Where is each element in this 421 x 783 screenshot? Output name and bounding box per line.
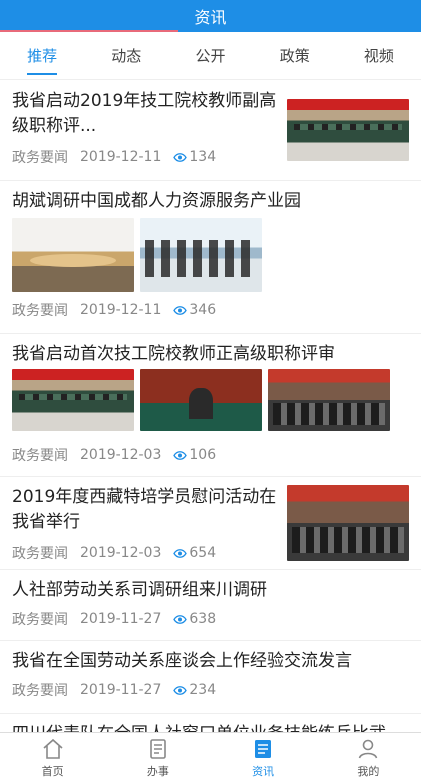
article-views: 654 xyxy=(173,545,216,561)
tab-recommend[interactable]: 推荐 xyxy=(0,32,84,79)
article-views: 106 xyxy=(173,447,216,463)
article-thumbnail xyxy=(12,369,134,431)
article-title: 我省启动2019年技工院校教师副高级职称评... xyxy=(12,91,277,136)
tabbar-label: 资讯 xyxy=(252,765,275,778)
article-views: 234 xyxy=(173,682,216,698)
article-source: 政务要闻 xyxy=(12,448,68,464)
view-count: 106 xyxy=(189,447,217,463)
article-source: 政务要闻 xyxy=(12,303,68,319)
view-count: 234 xyxy=(189,682,217,698)
tabbar-label: 办事 xyxy=(146,765,169,778)
article-views: 638 xyxy=(173,611,216,627)
article-meta: 政务要闻 2019-12-03 106 xyxy=(12,445,409,465)
category-tabs: 推荐 动态 公开 政策 视频 xyxy=(0,32,421,80)
tabbar-profile[interactable]: 我的 xyxy=(316,733,421,783)
article-item[interactable]: 四川代表队在全国人社窗口单位业务技能练兵比武 xyxy=(0,714,421,732)
article-meta: 政务要闻 2019-11-27 234 xyxy=(12,680,409,700)
article-views: 134 xyxy=(173,149,216,165)
tab-policy[interactable]: 政策 xyxy=(253,32,337,79)
tab-public[interactable]: 公开 xyxy=(168,32,252,79)
tabbar-label: 我的 xyxy=(357,765,380,778)
view-count: 638 xyxy=(189,611,217,627)
article-item[interactable]: 我省启动首次技工院校教师正高级职称评审 政务要闻 2019-12-03 106 xyxy=(0,334,421,476)
article-item[interactable]: 人社部劳动关系司调研组来川调研 政务要闻 2019-11-27 638 xyxy=(0,570,421,640)
tabbar-home[interactable]: 首页 xyxy=(0,733,105,783)
article-date: 2019-12-03 xyxy=(80,545,162,561)
article-date: 2019-11-27 xyxy=(80,682,162,698)
tabbar-news[interactable]: 资讯 xyxy=(211,733,316,783)
article-meta: 政务要闻 2019-11-27 638 xyxy=(12,609,409,629)
task-icon xyxy=(150,739,166,759)
article-source: 政务要闻 xyxy=(12,612,68,628)
article-date: 2019-12-11 xyxy=(80,302,162,318)
article-item[interactable]: 我省在全国劳动关系座谈会上作经验交流发言 政务要闻 2019-11-27 234 xyxy=(0,641,421,713)
article-title: 四川代表队在全国人社窗口单位业务技能练兵比武 xyxy=(12,722,409,732)
article-title: 人社部劳动关系司调研组来川调研 xyxy=(12,580,267,600)
article-thumbnails xyxy=(12,369,409,431)
tab-news[interactable]: 动态 xyxy=(84,32,168,79)
top-bar: 资讯 xyxy=(0,0,421,32)
eye-icon xyxy=(173,614,188,624)
article-meta: 政务要闻 2019-12-11 346 xyxy=(12,300,409,320)
home-icon xyxy=(43,738,63,759)
article-source: 政务要闻 xyxy=(12,150,68,166)
page-title: 资讯 xyxy=(194,8,227,27)
article-item[interactable]: 2019年度西藏特培学员慰问活动在我省举行 政务要闻 2019-12-03 65… xyxy=(0,477,421,569)
article-item[interactable]: 我省启动2019年技工院校教师副高级职称评... 政务要闻 2019-12-11… xyxy=(0,81,421,180)
article-title: 胡斌调研中国成都人力资源服务产业园 xyxy=(12,191,301,211)
article-views: 346 xyxy=(173,302,216,318)
eye-icon xyxy=(173,685,188,695)
article-thumbnail xyxy=(287,485,409,561)
eye-icon xyxy=(173,152,188,162)
article-item[interactable]: 胡斌调研中国成都人力资源服务产业园 政务要闻 2019-12-11 346 xyxy=(0,181,421,333)
article-thumbnail xyxy=(12,218,134,292)
user-icon xyxy=(359,739,378,759)
view-count: 346 xyxy=(189,302,217,318)
news-icon xyxy=(255,740,272,758)
bottom-tab-bar: 首页 办事 资讯 我的 xyxy=(0,732,421,783)
view-count: 134 xyxy=(189,149,217,165)
article-title: 我省在全国劳动关系座谈会上作经验交流发言 xyxy=(12,651,352,671)
article-title: 我省启动首次技工院校教师正高级职称评审 xyxy=(12,344,335,364)
article-thumbnail xyxy=(140,369,262,431)
eye-icon xyxy=(173,450,188,460)
article-date: 2019-12-11 xyxy=(80,149,162,165)
view-count: 654 xyxy=(189,545,217,561)
article-thumbnails xyxy=(12,218,409,292)
article-source: 政务要闻 xyxy=(12,546,68,562)
article-date: 2019-11-27 xyxy=(80,611,162,627)
article-thumbnail xyxy=(268,369,390,431)
article-title: 2019年度西藏特培学员慰问活动在我省举行 xyxy=(12,487,277,532)
eye-icon xyxy=(173,548,188,558)
eye-icon xyxy=(173,305,188,315)
article-thumbnail xyxy=(287,99,409,161)
article-date: 2019-12-03 xyxy=(80,447,162,463)
tabbar-label: 首页 xyxy=(41,765,64,778)
article-meta: 政务要闻 2019-12-11 134 xyxy=(12,147,279,167)
tab-video[interactable]: 视频 xyxy=(337,32,421,79)
article-thumbnail xyxy=(140,218,262,292)
tabbar-task[interactable]: 办事 xyxy=(105,733,210,783)
article-meta: 政务要闻 2019-12-03 654 xyxy=(12,543,279,563)
article-source: 政务要闻 xyxy=(12,683,68,699)
article-list[interactable]: 我省启动2019年技工院校教师副高级职称评... 政务要闻 2019-12-11… xyxy=(0,81,421,732)
